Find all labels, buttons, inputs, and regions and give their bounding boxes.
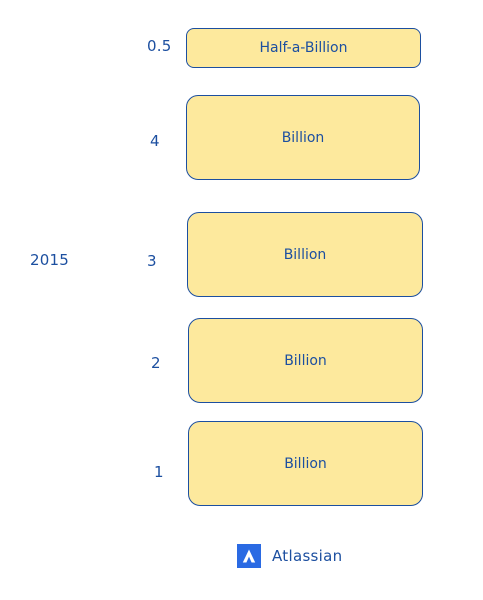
brand-footer: Atlassian [237,544,342,568]
diagram-canvas: 2015 0.5 4 3 2 1 Half-a-Billion Billion … [0,0,483,600]
billion-block-1: Billion [188,421,423,506]
atlassian-logo-icon [237,544,261,568]
level-number-1: 1 [154,463,164,481]
billion-block-4: Billion [186,95,420,180]
block-label: Billion [284,455,327,472]
block-label: Half-a-Billion [259,40,348,56]
block-label: Billion [283,246,327,263]
level-number-half: 0.5 [147,37,172,55]
billion-block-3: Billion [187,212,423,297]
billion-block-2: Billion [188,318,423,403]
level-number-3: 3 [147,252,157,270]
block-label: Billion [284,352,327,369]
brand-name: Atlassian [272,547,343,565]
half-billion-block: Half-a-Billion [186,28,421,68]
block-label: Billion [281,129,325,146]
year-label: 2015 [30,251,69,269]
atlassian-logo-glyph [242,549,256,563]
level-number-4: 4 [150,132,160,150]
level-number-2: 2 [151,354,161,372]
